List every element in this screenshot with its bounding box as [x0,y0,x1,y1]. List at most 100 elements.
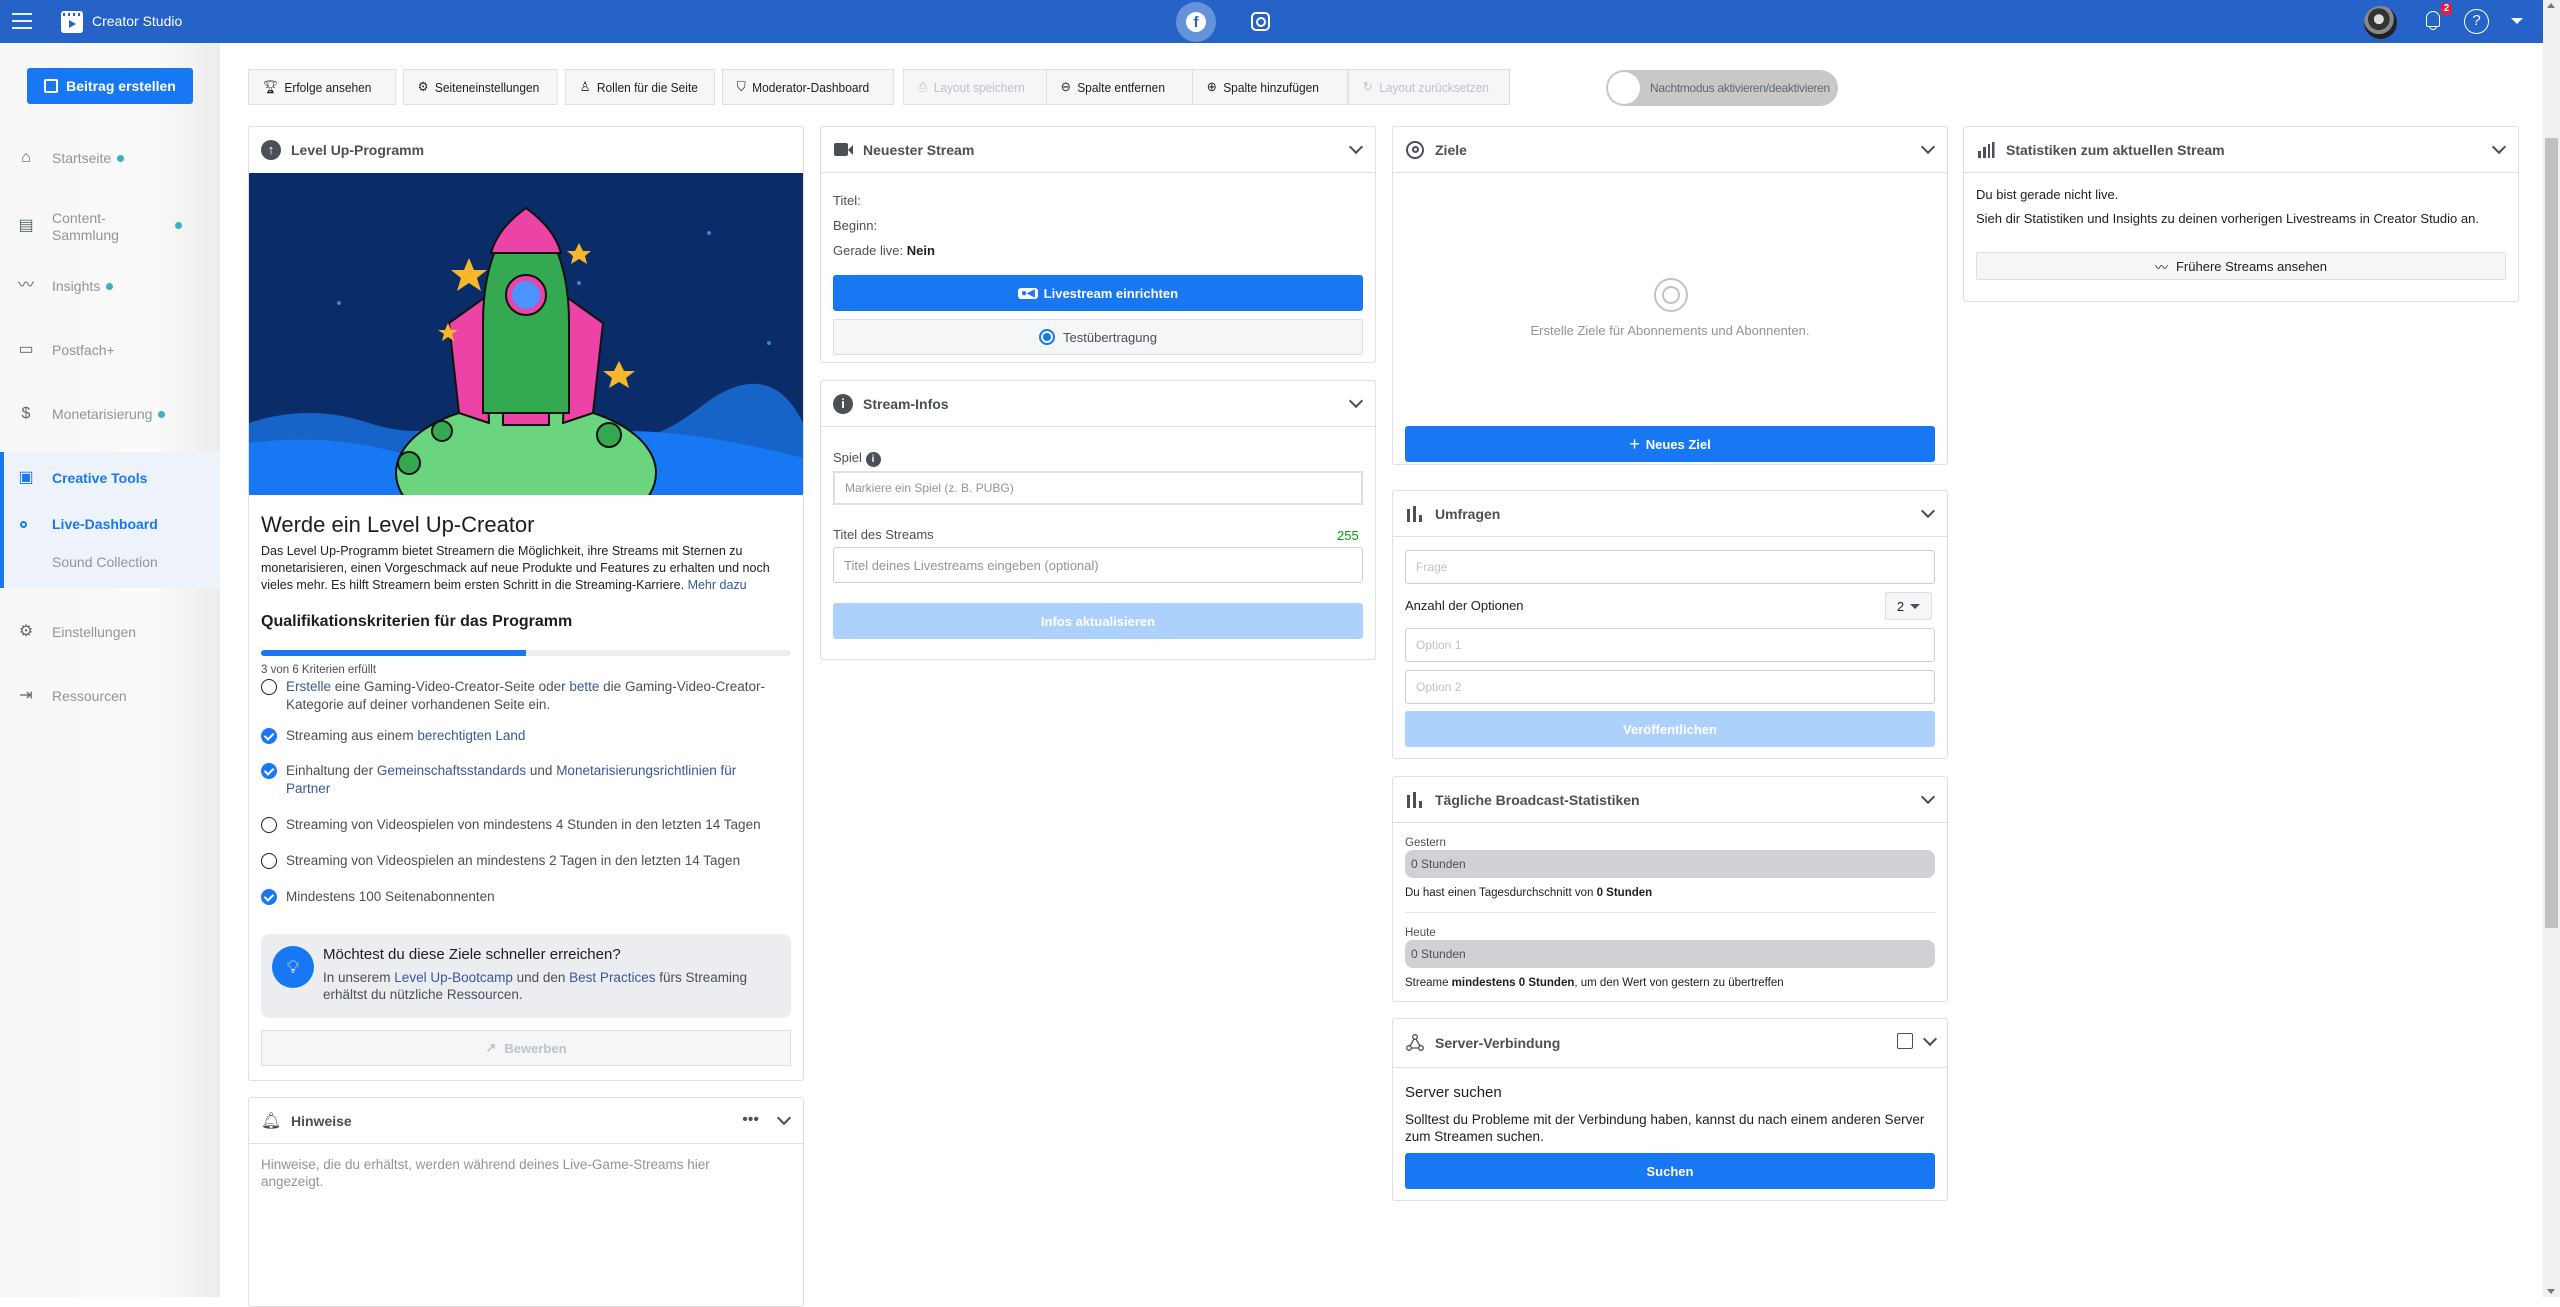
scrollbar-thumb[interactable] [2545,138,2558,928]
progress-fill [261,650,526,656]
char-count: 255 [1337,528,1359,543]
chevron-down-icon[interactable] [1348,139,1364,155]
apply-button[interactable]: ↗ Bewerben [261,1030,791,1066]
more-link[interactable]: Mehr dazu [688,578,747,592]
new-goal-label: Neues Ziel [1645,436,1711,452]
external-link-icon[interactable] [1897,1033,1913,1049]
sidebar-item-einstellungen[interactable]: ⚙ Einstellungen [0,622,220,642]
sidebar-item-label: Monetarisierung [52,406,166,423]
game-label: Spiel i [833,449,881,467]
achievements-button[interactable]: 🏆︎ Erfolge ansehen [248,69,397,105]
criteria-item: Mindestens 100 Seitenabonnenten [261,888,781,906]
sidebar-item-ressourcen[interactable]: ⇥ Ressourcen [0,686,220,706]
plus-icon: + [1629,433,1640,454]
sidebar-item-postfach[interactable]: ▭ Postfach+ [0,340,220,360]
sidebar-item-live-dashboard[interactable]: Live-Dashboard [0,514,220,534]
card-header: ↑ Level Up-Programm [249,127,803,173]
minus-circle-icon: ⊖ [1060,79,1071,94]
criteria-text: Streaming von Videospielen an mindestens… [286,853,741,868]
update-info-button[interactable]: Infos aktualisieren [833,603,1363,639]
level-up-heading: Werde ein Level Up-Creator [261,512,535,537]
save-layout-button[interactable]: ⎙ Layout speichern [903,69,1048,105]
sidebar-item-label: Insights [52,278,114,295]
sidebar-item-label: Live-Dashboard [52,515,158,532]
sidebar-item-monetarisierung[interactable]: $ Monetarisierung [0,404,220,424]
setup-livestream-button[interactable]: ●◀ Livestream einrichten [833,275,1363,311]
options-count-select[interactable]: 2 [1885,592,1932,620]
add-column-button[interactable]: ⊕ Spalte hinzufügen [1192,69,1349,105]
chevron-down-icon[interactable] [1920,789,1936,805]
page-settings-label: Seiteneinstellungen [434,79,540,95]
test-label: Testübertragung [1063,329,1157,345]
reset-layout-label: Layout zurücksetzen [1379,79,1489,95]
empty-circle-icon [261,853,277,869]
apply-label: Bewerben [504,1040,567,1056]
bootcamp-link[interactable]: Level Up-Bootcamp [394,970,513,985]
info-icon: i [833,393,853,414]
shield-icon: ⛉ [736,79,746,94]
menu-icon[interactable] [12,13,32,29]
facebook-tab[interactable]: f [1176,2,1216,42]
help-icon[interactable]: ? [2464,9,2489,34]
reset-layout-button[interactable]: ↻ Layout zurücksetzen [1348,69,1510,105]
tip-text: In unserem Level Up-Bootcamp und den Bes… [323,970,747,1002]
sidebar-item-insights[interactable]: 〰 Insights [0,276,220,296]
criteria-link[interactable]: Erstelle [286,679,331,694]
search-server-button[interactable]: Suchen [1405,1153,1935,1189]
previous-streams-button[interactable]: 〰 Frühere Streams ansehen [1976,252,2506,280]
avatar[interactable] [2364,6,2397,39]
chevron-down-icon[interactable] [1348,393,1364,409]
app-title: Creator Studio [92,13,183,29]
criteria-progress-bar [261,650,791,656]
option-1-input[interactable]: Option 1 [1405,628,1935,662]
bar-chart-icon [1405,790,1425,810]
option-2-input[interactable]: Option 2 [1405,670,1935,704]
question-input[interactable]: Frage [1405,550,1935,584]
new-dot [175,222,182,229]
achievements-label: Erfolge ansehen [284,79,372,95]
more-options-icon[interactable]: ••• [742,1111,759,1129]
chevron-down-icon[interactable] [776,1110,792,1126]
criteria-link[interactable]: Gemeinschaftsstandards [377,763,526,778]
sidebar-item-content[interactable]: ▤ Content- Sammlung [0,208,220,244]
game-input[interactable]: Markiere ein Spiel (z. B. PUBG) [833,471,1363,505]
instagram-icon[interactable] [1251,12,1270,31]
scroll-down-icon[interactable] [2547,1289,2555,1294]
remove-column-button[interactable]: ⊖ Spalte entfernen [1046,69,1194,105]
criteria-item: Streaming von Videospielen an mindestens… [261,852,781,870]
info-icon[interactable]: i [865,452,881,467]
best-practices-link[interactable]: Best Practices [569,970,655,985]
chevron-down-icon[interactable] [1922,1031,1938,1047]
page-settings-button[interactable]: ⚙ Seiteneinstellungen [403,69,558,105]
sidebar-item-sound-collection[interactable]: Sound Collection [0,552,220,572]
night-mode-toggle[interactable]: Nachtmodus aktivieren/deaktivieren [1606,70,1838,106]
page-roles-button[interactable]: ♙ Rollen für die Seite [565,69,715,105]
test-broadcast-button[interactable]: Testübertragung [833,319,1363,355]
criteria-text: Erstelle eine Gaming-Video-Creator-Seite… [286,679,765,712]
card-header: Tägliche Broadcast-Statistiken [1393,777,1947,823]
account-caret-icon[interactable] [2511,18,2523,24]
stream-title-input[interactable]: Titel deines Livestreams eingeben (optio… [833,547,1363,583]
publish-button[interactable]: Veröffentlichen [1405,711,1935,747]
criteria-item: Erstelle eine Gaming-Video-Creator-Seite… [261,678,781,714]
sidebar: Beitrag erstellen ⌂ Startseite ▤ Content… [0,43,220,1297]
criteria-link[interactable]: berechtigten Land [417,728,525,743]
sidebar-item-startseite[interactable]: ⌂ Startseite [0,148,220,168]
sidebar-item-label: Creative Tools [52,469,148,486]
chevron-down-icon[interactable] [1920,503,1936,519]
page-scrollbar[interactable] [2543,0,2560,1297]
card-header: i Stream-Infos [821,381,1375,427]
new-dot [158,411,166,419]
bell-icon[interactable] [2423,9,2443,31]
chevron-down-icon[interactable] [1920,139,1936,155]
polls-card: Umfragen Frage Anzahl der Optionen 2 Opt… [1392,490,1948,759]
scroll-up-icon[interactable] [2547,3,2555,8]
sidebar-item-creative-tools[interactable]: ▣ Creative Tools [0,468,220,488]
moderator-dashboard-button[interactable]: ⛉ Moderator-Dashboard [722,69,895,105]
create-post-button[interactable]: Beitrag erstellen [27,68,193,104]
new-goal-button[interactable]: + Neues Ziel [1405,426,1935,462]
chevron-down-icon[interactable] [2491,139,2507,155]
remove-column-label: Spalte entfernen [1077,79,1165,95]
server-search-heading: Server suchen [1405,1084,1502,1101]
criteria-link[interactable]: bette [569,679,599,694]
